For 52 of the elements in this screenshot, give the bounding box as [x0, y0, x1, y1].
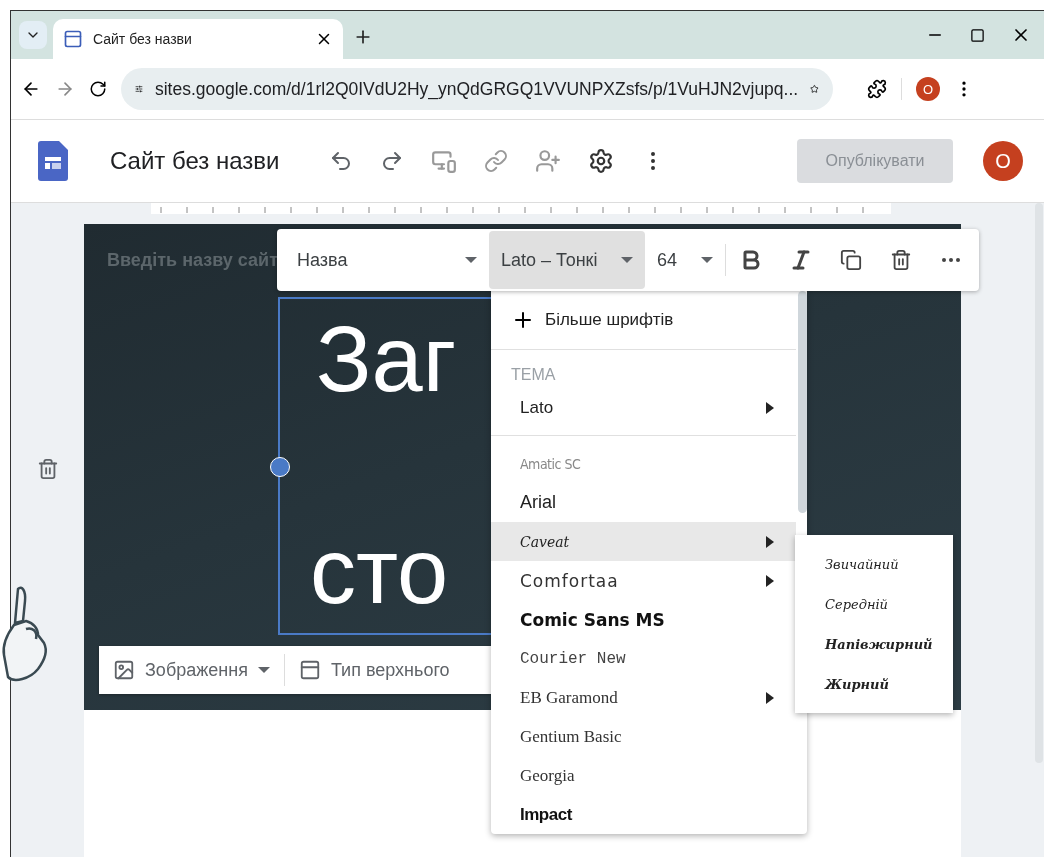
- profile-avatar[interactable]: O: [916, 77, 940, 101]
- image-button[interactable]: Зображення: [109, 655, 274, 685]
- font-dropdown[interactable]: Lato – Тонкі: [489, 231, 645, 289]
- share-icon[interactable]: [535, 148, 562, 174]
- font-item[interactable]: EB Garamond: [491, 678, 796, 717]
- font-weight-item[interactable]: Напівжирний: [795, 624, 953, 664]
- font-item[interactable]: Courier New: [491, 639, 796, 678]
- caret-icon: [621, 257, 633, 263]
- preview-icon[interactable]: [431, 148, 458, 174]
- sites-logo-icon: [38, 141, 68, 181]
- trash-icon: [890, 249, 912, 271]
- font-weight-item[interactable]: Жирний: [795, 664, 953, 704]
- font-item[interactable]: Gentium Basic: [491, 717, 796, 756]
- extensions-icon[interactable]: [867, 79, 887, 99]
- more-icon: [942, 258, 960, 262]
- account-avatar[interactable]: O: [983, 141, 1023, 181]
- caret-icon: [257, 667, 270, 673]
- delete-section-icon[interactable]: [36, 458, 59, 480]
- link-icon[interactable]: [484, 149, 509, 173]
- browser-tab[interactable]: Сайт без назви: [53, 19, 343, 59]
- header-type-icon: [298, 659, 321, 681]
- title-text: Заг: [316, 307, 457, 411]
- menu-scrollbar[interactable]: [798, 291, 807, 513]
- style-dropdown[interactable]: Назва: [277, 231, 489, 289]
- font-weight-item[interactable]: Звичайний: [795, 544, 953, 584]
- font-weight-item[interactable]: Середній: [795, 584, 953, 624]
- font-item[interactable]: Caveat: [491, 522, 796, 561]
- caret-icon: [465, 257, 477, 263]
- title-text: сто: [310, 519, 449, 623]
- resize-handle[interactable]: [270, 457, 290, 477]
- url-text: sites.google.com/d/1rl2Q0IVdU2Hy_ynQdGRGQ1VVUNPXZsfs/p/1VuHJN2vjupq...: [154, 78, 799, 100]
- section-label: ТЕМА: [510, 365, 557, 385]
- caret-icon: [701, 257, 713, 263]
- maximize-icon[interactable]: [970, 27, 985, 43]
- reload-icon[interactable]: [89, 80, 107, 98]
- submenu-arrow-icon: [766, 574, 774, 587]
- tab-title: Сайт без назви: [93, 31, 193, 47]
- settings-icon[interactable]: [588, 148, 615, 174]
- copy-icon: [840, 249, 862, 271]
- size-dropdown[interactable]: 64: [645, 231, 725, 289]
- submenu-arrow-icon: [766, 535, 774, 548]
- scrollbar[interactable]: [1035, 203, 1043, 763]
- site-icon: [63, 29, 83, 49]
- submenu-arrow-icon: [766, 401, 774, 414]
- header-type-button[interactable]: Тип верхнього: [294, 655, 454, 685]
- font-item[interactable]: Georgia: [491, 756, 796, 795]
- address-bar[interactable]: sites.google.com/d/1rl2Q0IVdU2Hy_ynQdGRGQ1VVUNPXZsfs/p/1VuHJN2vjupq...: [121, 68, 833, 110]
- font-item[interactable]: Impact: [491, 795, 796, 834]
- tab-list-button[interactable]: [19, 21, 47, 49]
- image-icon: [113, 659, 135, 681]
- site-title: Сайт без назви: [110, 147, 280, 175]
- submenu-arrow-icon: [766, 691, 774, 704]
